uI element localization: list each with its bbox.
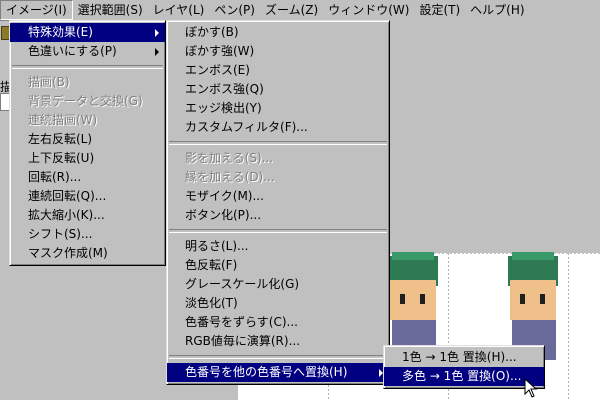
menu-item-label: 拡大縮小(K)... — [28, 208, 105, 222]
menu-item-menu1-10[interactable]: 拡大縮小(K)... — [10, 206, 165, 225]
menu-item-menu1-5: 連続描画(W) — [10, 111, 165, 130]
menu-item-menu1-9[interactable]: 連続回転(Q)... — [10, 187, 165, 206]
menu-item-label: ボタン化(P)... — [185, 208, 262, 222]
menu-item-menu2-4[interactable]: エッジ検出(Y) — [167, 99, 389, 118]
menu-item-menu2-17[interactable]: RGB値毎に演算(R)... — [167, 332, 389, 351]
menu-item-label: 特殊効果(E) — [28, 25, 93, 39]
menu-bar: イメージ(I) 選択範囲(S) レイヤ(L) ペン(P) ズーム(Z) ウィンドウ(W) 設… — [0, 0, 600, 21]
menu-item-label: 色番号をずらす(C)... — [185, 315, 298, 329]
menu-item-menu1-0[interactable]: 特殊効果(E) — [10, 23, 165, 42]
special-effects-submenu: ぼかす(B) ぼかす強(W) エンボス(E) エンボス強(Q) エッジ検出(Y) カスタム… — [166, 20, 390, 385]
menu-item-menu2-19[interactable]: 色番号を他の色番号へ置換(H) — [167, 363, 389, 382]
menu-item-label: モザイク(M)... — [185, 189, 264, 203]
submenu-arrow-icon — [155, 29, 159, 37]
mouse-cursor-icon — [524, 378, 538, 398]
menu-item-menu2-10[interactable]: ボタン化(P)... — [167, 206, 389, 225]
menu-item-menu3-1[interactable]: 多色 → 1色 置換(O)... — [384, 367, 544, 386]
menu-item-menu2-7: 影を加える(S)... — [167, 149, 389, 168]
menu-item-menu2-15[interactable]: 淡色化(T) — [167, 294, 389, 313]
menubar-item-6[interactable]: 設定(T) — [414, 0, 465, 20]
menu-item-menu2-16[interactable]: 色番号をずらす(C)... — [167, 313, 389, 332]
menu-item-label: 描画(B) — [28, 75, 70, 89]
menu-item-label: シフト(S)... — [28, 227, 93, 241]
color-replace-submenu: 1色 → 1色 置換(H)... 多色 → 1色 置換(O)... — [383, 345, 545, 389]
menu-item-label: 影を加える(S)... — [185, 151, 274, 165]
menubar-item-1[interactable]: 選択範囲(S) — [73, 0, 148, 20]
menu-item-label: ぼかす強(W) — [185, 44, 255, 58]
menu-item-menu3-0[interactable]: 1色 → 1色 置換(H)... — [384, 348, 544, 367]
sprite-character — [508, 252, 558, 360]
menu-item-menu2-2[interactable]: エンボス(E) — [167, 61, 389, 80]
submenu-arrow-icon — [155, 48, 159, 56]
menu-item-label: 色番号を他の色番号へ置換(H) — [185, 365, 348, 379]
menu-item-menu2-9[interactable]: モザイク(M)... — [167, 187, 389, 206]
menu-item-menu2-3[interactable]: エンボス強(Q) — [167, 80, 389, 99]
menu-item-label: エンボス強(Q) — [185, 82, 264, 96]
menu-item-menu2-8: 縁を加える(D)... — [167, 168, 389, 187]
menu-item-menu1-11[interactable]: シフト(S)... — [10, 225, 165, 244]
menu-item-menu2-1[interactable]: ぼかす強(W) — [167, 42, 389, 61]
menu-item-menu2-5[interactable]: カスタムフィルタ(F)... — [167, 118, 389, 137]
menu-item-label: 色違いにする(P) — [28, 44, 117, 58]
menu-item-menu1-12[interactable]: マスク作成(M) — [10, 244, 165, 263]
menu-item-menu1-3: 描画(B) — [10, 73, 165, 92]
menu-item-menu1-8[interactable]: 回転(R)... — [10, 168, 165, 187]
menu-item-label: RGB値毎に演算(R)... — [185, 334, 301, 348]
sprite-character — [388, 252, 438, 360]
menu-separator — [169, 229, 387, 233]
menu-item-menu1-4: 背景データと交換(G) — [10, 92, 165, 111]
menu-item-label: 回転(R)... — [28, 170, 82, 184]
menu-item-label: 明るさ(L)... — [185, 239, 249, 253]
menu-separator — [12, 65, 163, 69]
menu-item-label: カスタムフィルタ(F)... — [185, 120, 308, 134]
menu-item-menu2-12[interactable]: 明るさ(L)... — [167, 237, 389, 256]
menu-item-label: 1色 → 1色 置換(H)... — [402, 350, 517, 364]
menu-item-label: グレースケール化(G) — [185, 277, 300, 291]
menu-item-menu2-14[interactable]: グレースケール化(G) — [167, 275, 389, 294]
menubar-item-7[interactable]: ヘルプ(H) — [465, 0, 529, 20]
menu-item-label: マスク作成(M) — [28, 246, 108, 260]
menu-item-menu1-6[interactable]: 左右反転(L) — [10, 130, 165, 149]
menu-item-label: 淡色化(T) — [185, 296, 238, 310]
menu-item-label: 多色 → 1色 置換(O)... — [402, 369, 522, 383]
menu-item-label: 背景データと交換(G) — [28, 94, 143, 108]
menu-item-label: 左右反転(L) — [28, 132, 93, 146]
menu-item-label: エンボス(E) — [185, 63, 250, 77]
menu-item-menu1-7[interactable]: 上下反転(U) — [10, 149, 165, 168]
menu-item-label: エッジ検出(Y) — [185, 101, 262, 115]
image-menu: 特殊効果(E) 色違いにする(P) 描画(B) 背景データと交換(G) 連続描画(W) 左… — [9, 20, 166, 266]
menu-separator — [169, 355, 387, 359]
menu-item-label: 色反転(F) — [185, 258, 238, 272]
menu-item-label: 縁を加える(D)... — [185, 170, 275, 184]
menubar-item-3[interactable]: ペン(P) — [209, 0, 260, 20]
menu-item-menu2-13[interactable]: 色反転(F) — [167, 256, 389, 275]
menu-item-label: 上下反転(U) — [28, 151, 95, 165]
menu-item-menu1-1[interactable]: 色違いにする(P) — [10, 42, 165, 61]
menubar-item-2[interactable]: レイヤ(L) — [148, 0, 210, 20]
menu-item-menu2-0[interactable]: ぼかす(B) — [167, 23, 389, 42]
menubar-item-4[interactable]: ズーム(Z) — [260, 0, 323, 20]
menubar-item-5[interactable]: ウィンドウ(W) — [323, 0, 414, 20]
menu-item-label: 連続回転(Q)... — [28, 189, 107, 203]
menu-separator — [169, 141, 387, 145]
menu-item-label: ぼかす(B) — [185, 25, 239, 39]
menu-item-label: 連続描画(W) — [28, 113, 98, 127]
menubar-item-0[interactable]: イメージ(I) — [0, 0, 73, 20]
